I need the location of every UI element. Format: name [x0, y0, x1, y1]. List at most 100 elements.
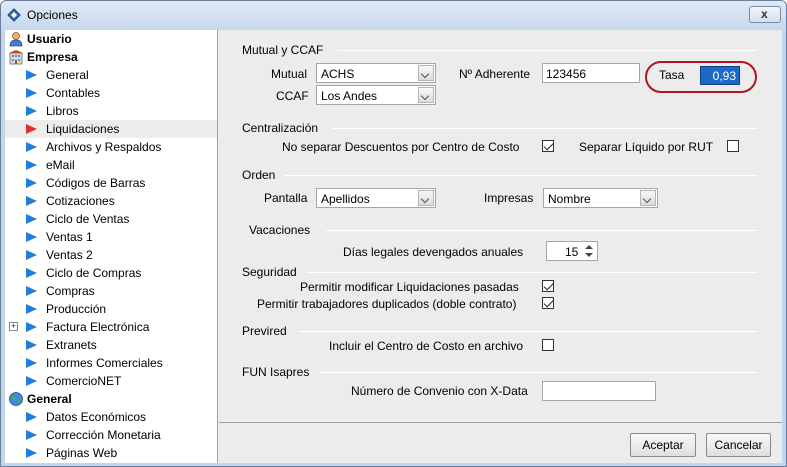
permitir-duplicados-checkbox[interactable] [542, 297, 554, 309]
tree-item-ciclo-compras[interactable]: Ciclo de Compras [5, 264, 217, 282]
tree-item-informes-comerciales[interactable]: Informes Comerciales [5, 354, 217, 372]
tree-item-email[interactable]: eMail [5, 156, 217, 174]
tasa-label: Tasa [659, 68, 685, 82]
building-icon [9, 50, 23, 65]
pantalla-select[interactable]: Apellidos [316, 188, 436, 208]
section-title-seguridad: Seguridad [242, 265, 297, 279]
arrow-icon [26, 196, 37, 206]
tree-item-label: Liquidaciones [46, 122, 120, 136]
incluir-checkbox[interactable] [542, 339, 554, 351]
tree-item-compras[interactable]: Compras [5, 282, 217, 300]
tree-group-general[interactable]: General [5, 390, 217, 408]
permitir-modificar-checkbox[interactable] [542, 280, 554, 292]
section-divider [326, 230, 757, 231]
tree-item-produccion[interactable]: Producción [5, 300, 217, 318]
section-title-orden: Orden [242, 168, 276, 182]
convenio-label: Número de Convenio con X-Data [351, 384, 528, 398]
arrow-icon [26, 88, 37, 98]
tree-item-factura-electronica[interactable]: + Factura Electrónica [5, 318, 217, 336]
permitir-modificar-label: Permitir modificar Liquidaciones pasadas [300, 280, 519, 294]
title-bar[interactable]: Opciones x [1, 1, 786, 30]
permitir-duplicados-label: Permitir trabajadores duplicados (doble … [257, 297, 517, 311]
options-window: Opciones x Usuario Empresa General Conta… [0, 0, 787, 467]
spin-down-icon[interactable] [582, 252, 596, 260]
convenio-input[interactable] [542, 381, 656, 401]
close-icon: x [761, 7, 768, 21]
tree-item-label: Ciclo de Ventas [46, 212, 130, 226]
arrow-icon [26, 268, 37, 278]
options-tree[interactable]: Usuario Empresa General Contables Libros… [5, 30, 218, 463]
tree-item-label: Factura Electrónica [46, 320, 150, 334]
tree-item-extranets[interactable]: Extranets [5, 336, 217, 354]
tree-item-ciclo-ventas[interactable]: Ciclo de Ventas [5, 210, 217, 228]
ccaf-select[interactable]: Los Andes [316, 85, 436, 105]
spin-up-icon[interactable] [582, 243, 596, 251]
arrow-icon [26, 376, 37, 386]
tree-item-label: ComercioNET [46, 374, 122, 388]
tree-item-label: Archivos y Respaldos [46, 140, 162, 154]
arrow-icon [26, 358, 37, 368]
adherente-label: Nº Adherente [459, 67, 531, 81]
mutual-select[interactable]: ACHS [316, 63, 436, 83]
chevron-down-icon[interactable] [640, 190, 656, 206]
section-title-fun-isapres: FUN Isapres [242, 365, 310, 379]
section-divider [337, 50, 757, 51]
section-divider [299, 331, 757, 332]
ccaf-label: CCAF [276, 89, 309, 103]
mutual-value: ACHS [321, 67, 355, 81]
tree-item-comercionet[interactable]: ComercioNET [5, 372, 217, 390]
tree-item-codigos-barras[interactable]: Códigos de Barras [5, 174, 217, 192]
arrow-icon [26, 124, 37, 134]
section-divider [307, 272, 757, 273]
close-button[interactable]: x [749, 6, 781, 23]
arrow-icon [26, 178, 37, 188]
section-title-mutual-ccaf: Mutual y CCAF [242, 43, 324, 57]
tree-item-ventas-2[interactable]: Ventas 2 [5, 246, 217, 264]
accept-button[interactable]: Aceptar [630, 433, 696, 457]
tree-item-general[interactable]: General [5, 66, 217, 84]
arrow-icon [26, 70, 37, 80]
tree-group-empresa[interactable]: Empresa [5, 48, 217, 66]
adherente-value: 123456 [546, 67, 587, 81]
pantalla-label: Pantalla [264, 191, 308, 205]
tree-item-label: Datos Económicos [46, 410, 147, 424]
tree-item-libros[interactable]: Libros [5, 102, 217, 120]
no-separar-checkbox[interactable] [542, 140, 554, 152]
user-icon [9, 32, 23, 47]
impresas-value: Nombre [548, 192, 591, 206]
tree-item-paginas-web[interactable]: Páginas Web [5, 444, 217, 462]
tree-item-label: Contables [46, 86, 101, 100]
tasa-input[interactable]: 0,93 [700, 66, 740, 85]
tree-group-usuario[interactable]: Usuario [5, 30, 217, 48]
tree-item-label: Códigos de Barras [46, 176, 146, 190]
separar-rut-checkbox[interactable] [727, 140, 739, 152]
impresas-label: Impresas [484, 191, 534, 205]
tree-item-correccion-monetaria[interactable]: Corrección Monetaria [5, 426, 217, 444]
tree-group-label: Empresa [27, 50, 78, 64]
chevron-down-icon[interactable] [418, 65, 434, 81]
arrow-icon [26, 304, 37, 314]
tree-item-datos-economicos[interactable]: Datos Económicos [5, 408, 217, 426]
arrow-icon [26, 430, 37, 440]
tree-item-cotizaciones[interactable]: Cotizaciones [5, 192, 217, 210]
adherente-input[interactable]: 123456 [542, 63, 640, 83]
chevron-down-icon[interactable] [418, 87, 434, 103]
tree-item-contables[interactable]: Contables [5, 84, 217, 102]
impresas-select[interactable]: Nombre [543, 188, 658, 208]
tree-item-liquidaciones[interactable]: Liquidaciones [5, 120, 217, 138]
tree-item-ventas-1[interactable]: Ventas 1 [5, 228, 217, 246]
chevron-down-icon[interactable] [418, 190, 434, 206]
mutual-label: Mutual [271, 67, 308, 81]
pantalla-value: Apellidos [321, 192, 370, 206]
arrow-icon [26, 340, 37, 350]
arrow-icon [26, 106, 37, 116]
section-title-vacaciones: Vacaciones [249, 223, 311, 237]
expand-icon[interactable]: + [9, 322, 18, 331]
tree-item-archivos-respaldos[interactable]: Archivos y Respaldos [5, 138, 217, 156]
tree-group-label: Usuario [27, 32, 72, 46]
arrow-icon [26, 322, 37, 332]
arrow-icon [26, 214, 37, 224]
tree-item-label: Extranets [46, 338, 97, 352]
dias-spinner[interactable]: 15 [546, 241, 598, 261]
cancel-button[interactable]: Cancelar [706, 433, 771, 457]
